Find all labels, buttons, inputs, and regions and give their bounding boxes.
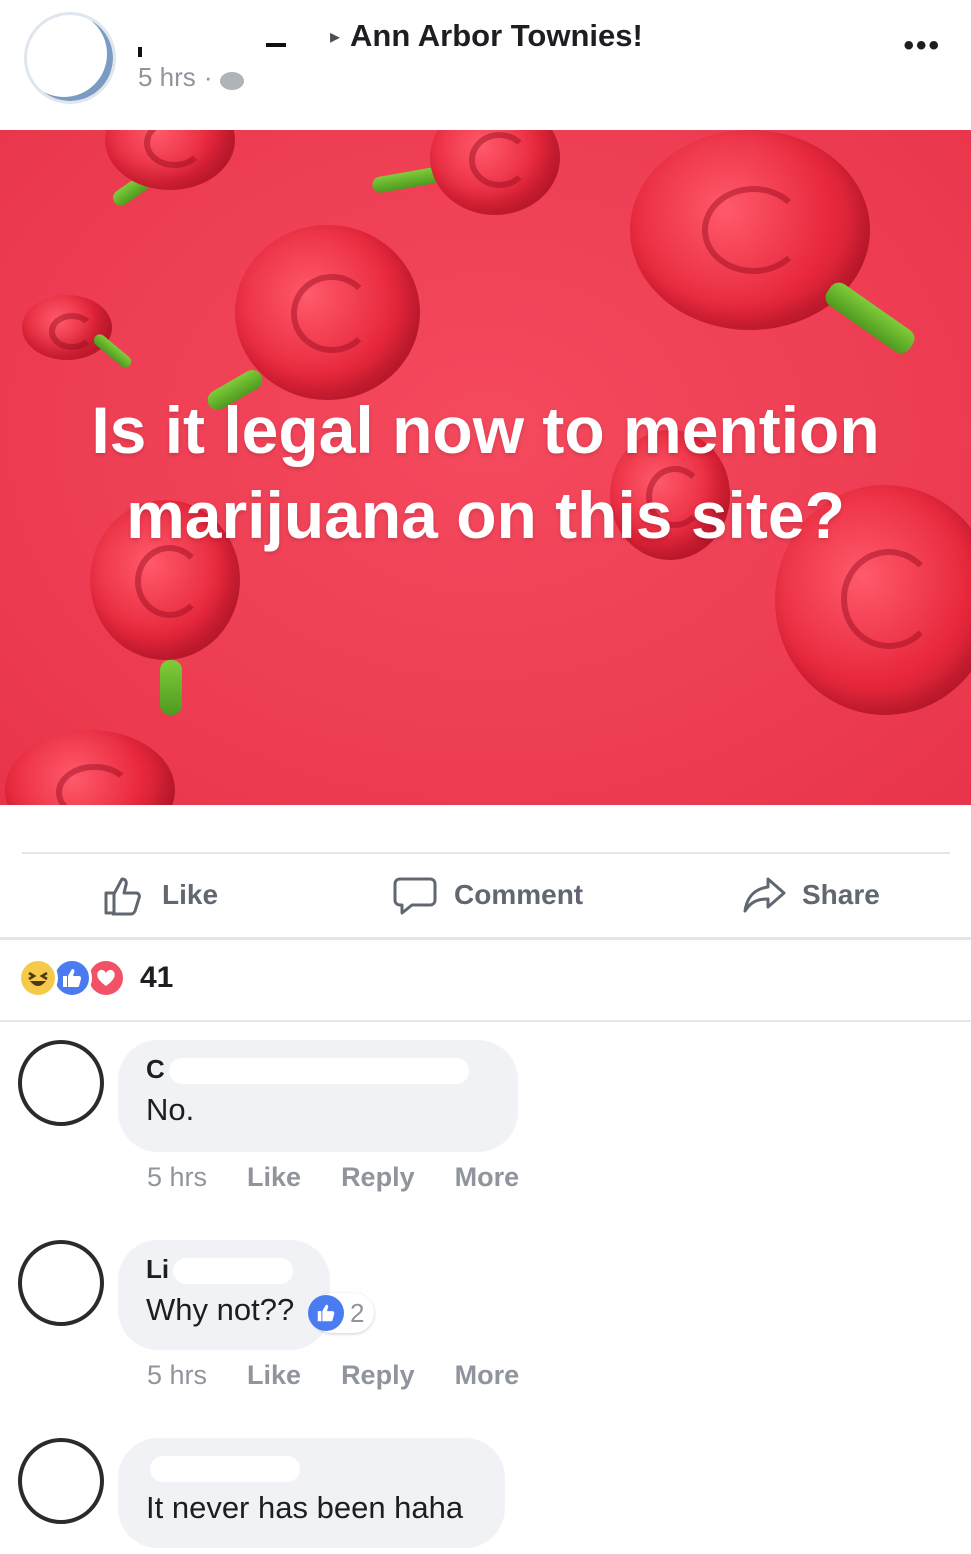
comment-reply-button[interactable]: Reply bbox=[341, 1360, 415, 1391]
share-icon bbox=[743, 877, 786, 913]
comment-bubble[interactable]: Li Why not?? bbox=[118, 1240, 330, 1350]
share-label: Share bbox=[802, 879, 880, 910]
comment-button[interactable]: Comment bbox=[392, 860, 583, 930]
commenter-avatar[interactable] bbox=[18, 1240, 104, 1326]
divider bbox=[0, 937, 971, 940]
post-headline: Is it legal now to mention marijuana on … bbox=[91, 393, 880, 552]
post-header: ▸ Ann Arbor Townies! 5 hrs · ••• bbox=[0, 0, 971, 130]
comment-like-button[interactable]: Like bbox=[247, 1360, 301, 1391]
comment-reply-button[interactable]: Reply bbox=[341, 1162, 415, 1193]
comment-like-count[interactable]: 2 bbox=[308, 1293, 375, 1333]
like-label: Like bbox=[162, 879, 219, 910]
divider bbox=[22, 852, 950, 854]
reaction-summary[interactable]: 41 bbox=[18, 957, 173, 999]
arrow-right-icon: ▸ bbox=[330, 25, 341, 48]
like-icon bbox=[308, 1295, 344, 1331]
comment-meta: 5 hrs Like Reply More bbox=[147, 1162, 519, 1193]
comment-text: No. bbox=[146, 1092, 195, 1127]
rose-decoration bbox=[22, 295, 112, 360]
share-button[interactable]: Share bbox=[742, 860, 880, 930]
comment-label: Comment bbox=[454, 879, 584, 910]
rose-stem bbox=[821, 278, 919, 358]
author-line: ▸ Ann Arbor Townies! bbox=[138, 14, 643, 58]
more-options-button[interactable]: ••• bbox=[903, 31, 941, 61]
commenter-name[interactable]: Li bbox=[146, 1254, 302, 1285]
avatar[interactable] bbox=[24, 12, 116, 104]
meta-dot: · bbox=[203, 62, 213, 92]
comment-more-button[interactable]: More bbox=[455, 1360, 520, 1391]
comment-text: It never has been haha bbox=[146, 1490, 464, 1525]
comment-bubble[interactable]: It never has been haha bbox=[118, 1438, 505, 1548]
post-meta: 5 hrs · bbox=[138, 62, 245, 93]
like-count: 2 bbox=[350, 1297, 365, 1328]
comment-bubble[interactable]: C No. bbox=[118, 1040, 518, 1152]
name-redacted bbox=[150, 1456, 300, 1483]
group-name-link[interactable]: Ann Arbor Townies! bbox=[350, 18, 643, 54]
name-redacted bbox=[173, 1258, 294, 1285]
comment-timestamp[interactable]: 5 hrs bbox=[147, 1162, 207, 1193]
comment-more-button[interactable]: More bbox=[455, 1162, 520, 1193]
rose-decoration bbox=[105, 130, 235, 190]
comment-text: Why not?? bbox=[146, 1292, 295, 1327]
like-icon bbox=[52, 958, 92, 998]
rose-decoration bbox=[430, 130, 560, 215]
divider bbox=[0, 1020, 971, 1022]
thumbs-up-icon bbox=[104, 877, 141, 916]
comment-meta: 5 hrs Like Reply More bbox=[147, 1360, 519, 1391]
comment-timestamp[interactable]: 5 hrs bbox=[147, 1360, 207, 1391]
comment-like-button[interactable]: Like bbox=[247, 1162, 301, 1193]
post-timestamp[interactable]: 5 hrs bbox=[138, 62, 196, 93]
reaction-count: 41 bbox=[140, 961, 174, 994]
rose-decoration bbox=[5, 730, 175, 805]
commenter-avatar[interactable] bbox=[18, 1438, 104, 1524]
commenter-name[interactable]: C bbox=[146, 1054, 490, 1085]
haha-icon bbox=[18, 958, 58, 998]
action-bar: Like Comment Share bbox=[0, 860, 971, 930]
author-name-redacted[interactable] bbox=[138, 33, 318, 57]
name-redacted bbox=[168, 1058, 469, 1085]
commenter-name[interactable] bbox=[146, 1452, 477, 1483]
rose-decoration bbox=[235, 225, 420, 400]
commenter-avatar[interactable] bbox=[18, 1040, 104, 1126]
love-icon bbox=[86, 958, 126, 998]
comment-icon bbox=[393, 877, 437, 915]
post-image[interactable]: Is it legal now to mention marijuana on … bbox=[0, 130, 971, 805]
globe-icon bbox=[220, 71, 245, 90]
rose-stem bbox=[160, 660, 182, 715]
like-button[interactable]: Like bbox=[102, 860, 218, 930]
